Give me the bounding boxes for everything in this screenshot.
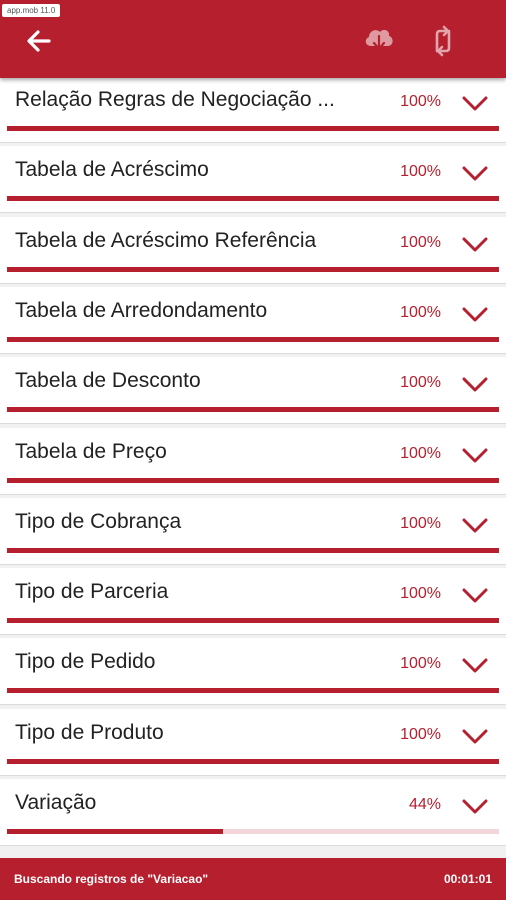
progress-fill [7, 829, 224, 834]
progress-bar [7, 337, 499, 342]
chevron-down-icon[interactable] [462, 658, 488, 674]
progress-fill [7, 688, 499, 693]
item-label: Relação Regras de Negociação ... [15, 88, 335, 111]
status-bar: Buscando registros de "Variacao" 00:01:0… [0, 858, 506, 900]
progress-fill [7, 478, 499, 483]
progress-bar [7, 407, 499, 412]
chevron-down-icon[interactable] [462, 729, 488, 745]
progress-bar [7, 618, 499, 623]
item-percent: 100% [400, 655, 441, 672]
progress-fill [7, 337, 499, 342]
item-percent: 100% [400, 374, 441, 391]
cloud-download-icon [365, 29, 393, 51]
item-percent: 100% [400, 234, 441, 251]
sync-list-item[interactable]: Tipo de Parceria 100% [0, 568, 506, 635]
item-label: Tipo de Parceria [15, 580, 169, 603]
progress-bar [7, 267, 499, 272]
sync-icon [435, 25, 451, 57]
chevron-down-icon[interactable] [462, 307, 488, 323]
progress-fill [7, 267, 499, 272]
item-percent: 100% [400, 726, 441, 743]
cloud-download-button[interactable] [362, 24, 396, 54]
item-label: Tabela de Acréscimo [15, 158, 209, 181]
item-percent: 100% [400, 585, 441, 602]
chevron-down-icon[interactable] [462, 96, 488, 112]
progress-bar [7, 688, 499, 693]
chevron-down-icon[interactable] [462, 166, 488, 182]
progress-fill [7, 196, 499, 201]
back-button[interactable] [24, 26, 54, 56]
item-label: Tipo de Produto [15, 721, 164, 744]
chevron-down-icon[interactable] [462, 448, 488, 464]
sync-list-item[interactable]: Tabela de Acréscimo 100% [0, 146, 506, 213]
item-percent: 100% [400, 93, 441, 110]
progress-fill [7, 126, 499, 131]
item-label: Tabela de Arredondamento [15, 299, 268, 322]
progress-bar [7, 126, 499, 131]
sync-list-item[interactable]: Tipo de Cobrança 100% [0, 498, 506, 565]
progress-fill [7, 548, 499, 553]
item-label: Tipo de Cobrança [15, 510, 182, 533]
sync-list-item[interactable]: Tabela de Arredondamento 100% [0, 287, 506, 354]
sync-list-item[interactable]: Variação 44% [0, 779, 506, 846]
progress-bar [7, 829, 499, 834]
progress-bar [7, 548, 499, 553]
app-version-tag: app.mob 11.0 [2, 4, 61, 17]
sync-list-item[interactable]: Relação Regras de Negociação ... 100% [0, 76, 506, 143]
item-label: Tipo de Pedido [15, 650, 156, 673]
status-message: Buscando registros de "Variacao" [14, 872, 209, 886]
sync-list-item[interactable]: Tabela de Desconto 100% [0, 357, 506, 424]
chevron-down-icon[interactable] [462, 799, 488, 815]
item-label: Tabela de Desconto [15, 369, 201, 392]
item-percent: 100% [400, 515, 441, 532]
item-label: Tabela de Acréscimo Referência [15, 229, 317, 252]
item-label: Variação [15, 791, 97, 814]
item-percent: 100% [400, 163, 441, 180]
sync-list-item[interactable]: Tipo de Produto 100% [0, 709, 506, 776]
chevron-down-icon[interactable] [462, 518, 488, 534]
sync-list-item[interactable]: Tabela de Acréscimo Referência 100% [0, 217, 506, 284]
progress-bar [7, 196, 499, 201]
item-percent: 100% [400, 304, 441, 321]
app-header: app.mob 11.0 [0, 0, 506, 78]
chevron-down-icon[interactable] [462, 377, 488, 393]
chevron-down-icon[interactable] [462, 588, 488, 604]
progress-fill [7, 759, 499, 764]
elapsed-timer: 00:01:01 [443, 872, 492, 886]
chevron-down-icon[interactable] [462, 237, 488, 253]
item-percent: 44% [408, 796, 441, 813]
sync-list-item[interactable]: Tipo de Pedido 100% [0, 638, 506, 705]
item-label: Tabela de Preço [15, 440, 167, 463]
item-percent: 100% [400, 445, 441, 462]
back-arrow-icon [27, 30, 51, 52]
progress-bar [7, 759, 499, 764]
progress-fill [7, 618, 499, 623]
sync-button[interactable] [426, 24, 460, 58]
progress-bar [7, 478, 499, 483]
sync-list-item[interactable]: Tabela de Preço 100% [0, 428, 506, 495]
progress-fill [7, 407, 499, 412]
